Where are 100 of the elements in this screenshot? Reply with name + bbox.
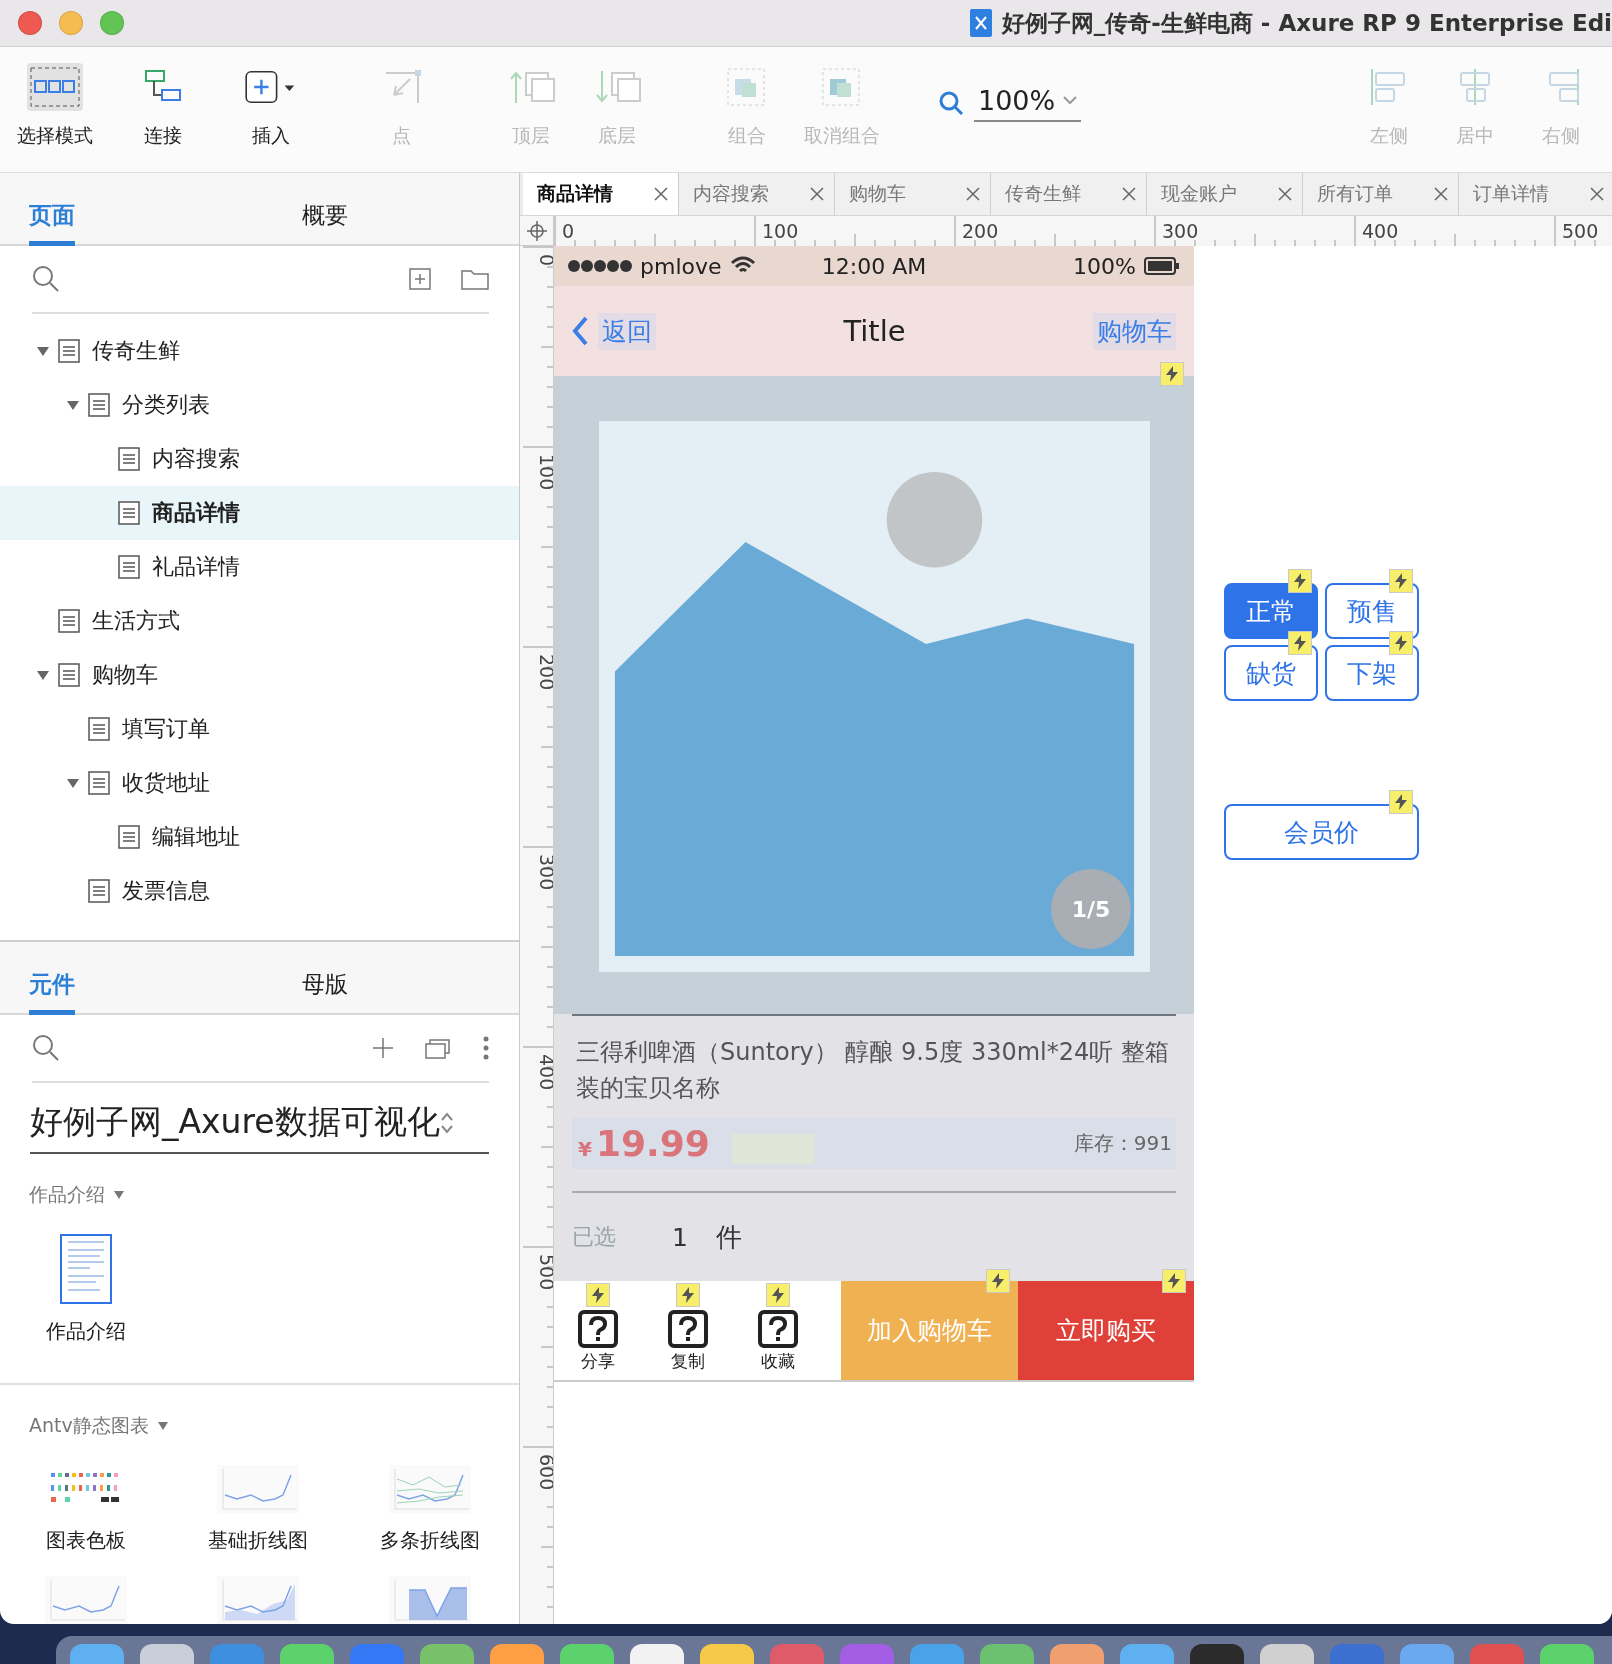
ruler-label: 200: [536, 654, 554, 691]
window-title: 好例子网_传奇-生鲜电商 - Axure RP 9 Enterprise Edi: [1001, 8, 1612, 38]
file-icon: [969, 9, 992, 37]
page-icon: [88, 879, 110, 903]
ruler-label: 300: [536, 854, 554, 891]
page-tree-item[interactable]: 填写订单: [0, 702, 519, 756]
ruler-label: 100: [762, 220, 799, 242]
widget-label: 多条折线图: [380, 1527, 480, 1554]
search-icon[interactable]: [32, 265, 60, 293]
search-icon[interactable]: [32, 1034, 60, 1062]
page-icon: [58, 663, 80, 687]
panel-tab[interactable]: 母版: [302, 969, 348, 1015]
status-button[interactable]: 下架: [1325, 645, 1419, 701]
caret-down-icon: [36, 345, 50, 357]
chevron-left-icon: [572, 316, 588, 346]
unit-label: 件: [716, 1220, 742, 1254]
document-tab[interactable]: 订单详情: [1459, 173, 1612, 215]
page-tree-item[interactable]: 礼品详情: [0, 540, 519, 594]
section-header[interactable]: 作品介绍: [29, 1182, 125, 1208]
page-icon: [118, 447, 140, 471]
windows-icon[interactable]: [425, 1037, 453, 1059]
action-button[interactable]: 分享: [572, 1308, 624, 1373]
caret-down-icon: [66, 777, 80, 789]
missing-image-icon: [578, 1308, 618, 1348]
close-icon[interactable]: [654, 187, 668, 201]
action-button[interactable]: 复制: [662, 1308, 714, 1373]
close-icon[interactable]: [966, 187, 980, 201]
selected-label: 已选: [572, 1223, 617, 1251]
widget-label: 基础折线图: [208, 1527, 308, 1554]
zoom-button[interactable]: [100, 11, 124, 35]
page-tree-item[interactable]: 编辑地址: [0, 810, 519, 864]
caret-down-icon: [113, 1190, 125, 1200]
page-tree-item[interactable]: 分类列表: [0, 378, 519, 432]
ruler-label: 200: [962, 220, 999, 242]
product-name: 三得利啤酒（Suntory） 醇酿 9.5度 330ml*24听 整箱装的宝贝名称: [575, 1037, 1170, 1104]
add-icon[interactable]: [371, 1036, 395, 1060]
close-icon[interactable]: [1590, 187, 1604, 201]
zoom-dropdown[interactable]: 100%: [974, 84, 1082, 122]
ruler-label: 500: [536, 1254, 554, 1291]
page-tree-item[interactable]: 生活方式: [0, 594, 519, 648]
section-header[interactable]: Antv静态图表: [29, 1413, 169, 1439]
page-tree-item[interactable]: 收货地址: [0, 756, 519, 810]
toolbar-button[interactable]: 插入: [228, 47, 314, 172]
document-tab[interactable]: 传奇生鲜: [991, 173, 1147, 215]
library-dropdown[interactable]: 好例子网_Axure数据可视化: [30, 1093, 489, 1154]
page-icon: [58, 339, 80, 363]
page-title: Title: [842, 314, 907, 348]
document-tab[interactable]: 现金账户: [1147, 173, 1303, 215]
ruler-label: 0: [536, 254, 554, 267]
close-icon[interactable]: [1434, 187, 1448, 201]
page-tree-item[interactable]: 内容搜索: [0, 432, 519, 486]
ruler-label: 400: [536, 1054, 554, 1091]
quantity: 1: [672, 1222, 689, 1252]
ruler-label: 100: [536, 454, 554, 491]
stock-count: 库存：991: [1073, 1130, 1172, 1157]
page-tree-item[interactable]: 商品详情: [0, 486, 519, 540]
close-icon[interactable]: [1122, 187, 1136, 201]
close-icon[interactable]: [810, 187, 824, 201]
select-mode-icon: [30, 67, 80, 107]
search-icon: [938, 90, 964, 116]
caret-down-icon: [156, 1421, 169, 1431]
page-icon: [88, 717, 110, 741]
document-tab[interactable]: 内容搜索: [679, 173, 835, 215]
panel-tab[interactable]: 概要: [302, 200, 348, 246]
status-button[interactable]: 预售: [1325, 583, 1419, 639]
document-thumbnail: [60, 1234, 112, 1304]
missing-image-icon: [668, 1308, 708, 1348]
add-page-icon[interactable]: [409, 268, 431, 290]
widget-label: 图表色板: [46, 1527, 126, 1554]
member-price-button[interactable]: 会员价: [1224, 804, 1419, 860]
action-button[interactable]: 收藏: [752, 1308, 804, 1373]
status-button[interactable]: 缺货: [1224, 645, 1318, 701]
toolbar-button[interactable]: 连接: [120, 47, 206, 172]
status-button[interactable]: 正常: [1224, 583, 1318, 639]
ruler-label: 500: [1562, 220, 1599, 242]
minimize-button[interactable]: [59, 11, 83, 35]
ruler-label: 300: [1162, 220, 1199, 242]
document-tab[interactable]: 购物车: [835, 173, 991, 215]
page-icon: [88, 771, 110, 795]
page-tree-item[interactable]: 购物车: [0, 648, 519, 702]
close-button[interactable]: [18, 11, 42, 35]
ruler-label: 600: [536, 1454, 554, 1491]
battery-percent: 100%: [1073, 253, 1136, 279]
document-tab[interactable]: 商品详情: [523, 173, 679, 215]
page-icon: [118, 555, 140, 579]
toolbar-button[interactable]: 选择模式: [12, 47, 98, 172]
page-icon: [88, 393, 110, 417]
missing-image-icon: [758, 1308, 798, 1348]
close-icon[interactable]: [1278, 187, 1292, 201]
folder-icon[interactable]: [461, 268, 489, 290]
panel-tab[interactable]: 元件: [29, 969, 75, 1015]
signal-icon: [568, 259, 632, 273]
product-price: 19.99: [595, 1123, 710, 1164]
more-icon[interactable]: [483, 1036, 489, 1060]
purchase-button[interactable]: 立即购买: [1017, 1281, 1194, 1380]
cart-link[interactable]: 购物车: [1093, 312, 1176, 350]
document-tab[interactable]: 所有订单: [1303, 173, 1459, 215]
page-tree-item[interactable]: 发票信息: [0, 864, 519, 918]
panel-tab[interactable]: 页面: [29, 200, 75, 246]
page-tree-item[interactable]: 传奇生鲜: [0, 324, 519, 378]
